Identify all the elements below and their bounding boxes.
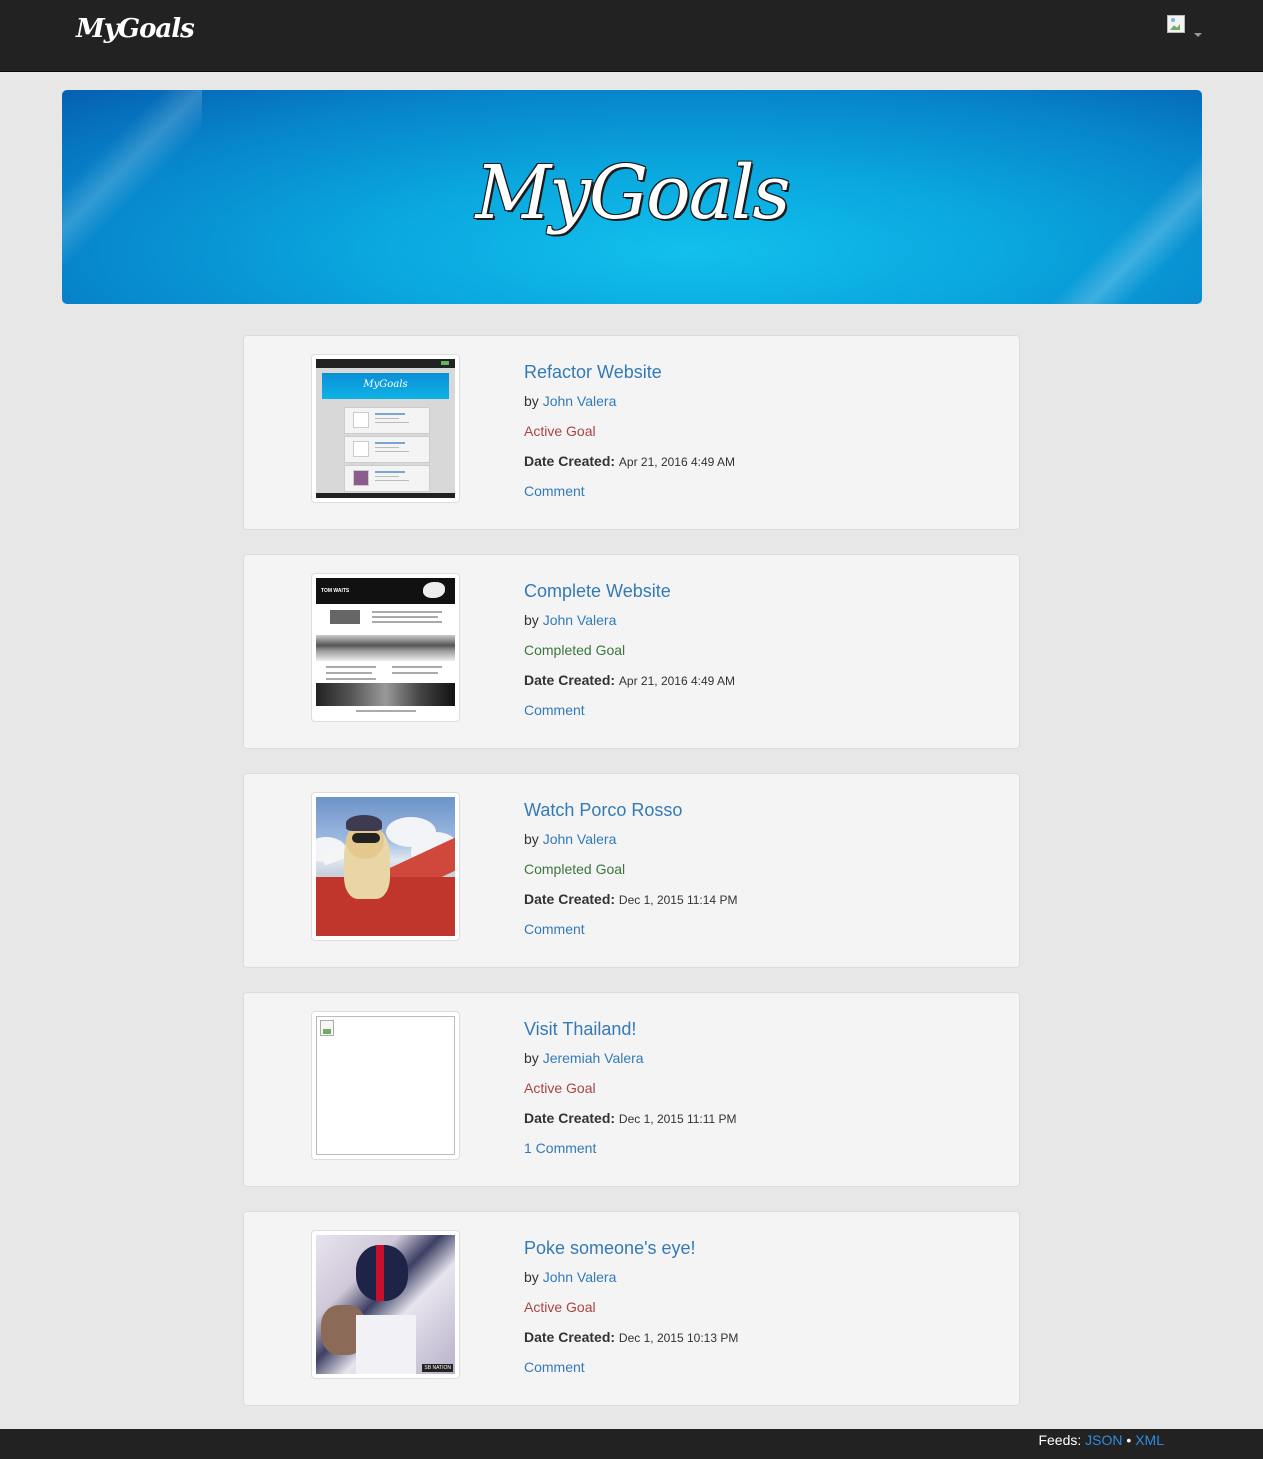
- goal-thumbnail[interactable]: [311, 1011, 460, 1160]
- date-label: Date Created:: [524, 672, 616, 688]
- goal-date-row: Date Created: Dec 1, 2015 11:14 PM: [524, 889, 737, 919]
- author-link[interactable]: Jeremiah Valera: [543, 1050, 644, 1066]
- hero-logo-title: MyGoals: [475, 150, 790, 236]
- date-label: Date Created:: [524, 1329, 616, 1345]
- goal-title-link[interactable]: Complete Website: [524, 580, 735, 610]
- goal-card: Visit Thailand! by Jeremiah Valera Activ…: [243, 992, 1020, 1187]
- goal-author-row: by John Valera: [524, 391, 735, 421]
- by-label: by: [524, 1050, 539, 1066]
- avatar-broken-image-icon[interactable]: [1167, 15, 1185, 33]
- goal-status: Active Goal: [524, 423, 596, 439]
- author-link[interactable]: John Valera: [543, 1269, 617, 1285]
- hero-banner: MyGoals: [62, 90, 1202, 304]
- goal-date-row: Date Created: Apr 21, 2016 4:49 AM: [524, 451, 735, 481]
- brand-logo[interactable]: MyGoals: [76, 14, 195, 44]
- website-screenshot-thumbnail: MyGoals: [316, 359, 455, 498]
- feeds-links: Feeds: JSON • XML: [1038, 1432, 1164, 1448]
- goal-author-row: by John Valera: [524, 1267, 738, 1297]
- by-label: by: [524, 1269, 539, 1285]
- goal-author-row: by Jeremiah Valera: [524, 1048, 737, 1078]
- author-link[interactable]: John Valera: [543, 612, 617, 628]
- goal-card: Watch Porco Rosso by John Valera Complet…: [243, 773, 1020, 968]
- goal-thumbnail[interactable]: [311, 792, 460, 941]
- date-value: Dec 1, 2015 11:11 PM: [618, 1112, 737, 1126]
- goal-title-link[interactable]: Refactor Website: [524, 361, 735, 391]
- goal-date-row: Date Created: Apr 21, 2016 4:49 AM: [524, 670, 735, 700]
- caret-down-icon[interactable]: [1194, 33, 1202, 37]
- goal-card: MyGoals Refactor Website by John Valera …: [243, 335, 1020, 530]
- date-label: Date Created:: [524, 453, 616, 469]
- by-label: by: [524, 393, 539, 409]
- broken-image-thumbnail: [316, 1016, 455, 1155]
- comment-link[interactable]: Comment: [524, 481, 735, 511]
- xml-feed-link[interactable]: XML: [1135, 1432, 1164, 1448]
- date-value: Dec 1, 2015 11:14 PM: [618, 893, 738, 907]
- goal-title-link[interactable]: Watch Porco Rosso: [524, 799, 737, 829]
- goal-date-row: Date Created: Dec 1, 2015 10:13 PM: [524, 1327, 738, 1357]
- goal-card: SB NATION Poke someone's eye! by John Va…: [243, 1211, 1020, 1406]
- porco-rosso-thumbnail: [316, 797, 455, 936]
- goal-status: Active Goal: [524, 1080, 596, 1096]
- feeds-label: Feeds:: [1038, 1432, 1082, 1448]
- goal-status: Active Goal: [524, 1299, 596, 1315]
- goal-status: Completed Goal: [524, 861, 626, 877]
- date-value: Apr 21, 2016 4:49 AM: [618, 455, 736, 469]
- goal-card: TOM WAITS Complete Website by John Valer…: [243, 554, 1020, 749]
- comment-link[interactable]: Comment: [524, 919, 737, 949]
- author-link[interactable]: John Valera: [543, 831, 617, 847]
- date-value: Apr 21, 2016 4:49 AM: [618, 674, 736, 688]
- football-players-thumbnail: SB NATION: [316, 1235, 455, 1374]
- goal-author-row: by John Valera: [524, 610, 735, 640]
- author-link[interactable]: John Valera: [543, 393, 617, 409]
- goal-thumbnail[interactable]: MyGoals: [311, 354, 460, 503]
- goal-title-link[interactable]: Visit Thailand!: [524, 1018, 737, 1048]
- date-value: Dec 1, 2015 10:13 PM: [618, 1331, 739, 1345]
- goal-author-row: by John Valera: [524, 829, 737, 859]
- navbar: MyGoals: [0, 0, 1263, 72]
- user-menu-toggle[interactable]: [1167, 15, 1203, 41]
- comment-link[interactable]: Comment: [524, 700, 735, 730]
- comment-link[interactable]: 1 Comment: [524, 1138, 737, 1168]
- feeds-separator: •: [1126, 1432, 1132, 1448]
- goal-date-row: Date Created: Dec 1, 2015 11:11 PM: [524, 1108, 737, 1138]
- date-label: Date Created:: [524, 1110, 616, 1126]
- comment-link[interactable]: Comment: [524, 1357, 738, 1387]
- broken-image-icon: [320, 1020, 334, 1036]
- by-label: by: [524, 612, 539, 628]
- goal-title-link[interactable]: Poke someone's eye!: [524, 1237, 738, 1267]
- tom-waits-website-thumbnail: TOM WAITS: [316, 578, 455, 717]
- goal-status: Completed Goal: [524, 642, 626, 658]
- footer: Feeds: JSON • XML: [0, 1429, 1263, 1459]
- goal-thumbnail[interactable]: SB NATION: [311, 1230, 460, 1379]
- json-feed-link[interactable]: JSON: [1085, 1432, 1122, 1448]
- goal-thumbnail[interactable]: TOM WAITS: [311, 573, 460, 722]
- by-label: by: [524, 831, 539, 847]
- date-label: Date Created:: [524, 891, 616, 907]
